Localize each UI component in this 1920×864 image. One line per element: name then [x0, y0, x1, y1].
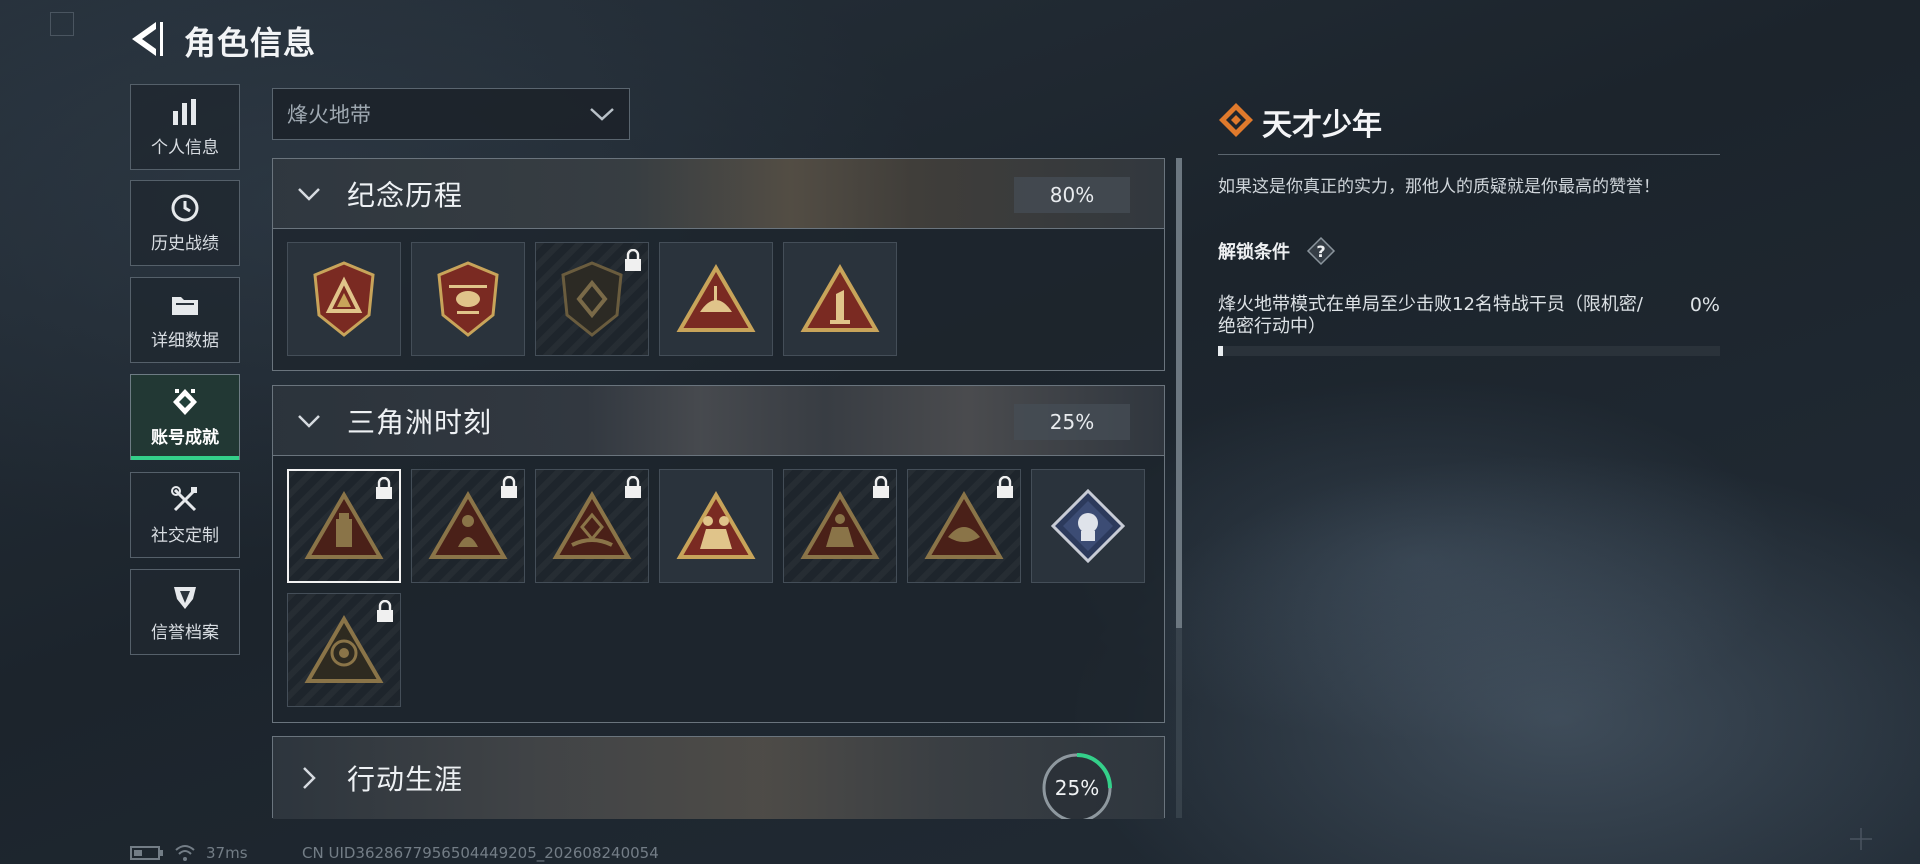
section-title: 行动生涯 [347, 763, 464, 796]
user-uid: CN UID3628677956504449205_202608240054 [302, 844, 659, 862]
nav-item-label: 社交定制 [151, 525, 219, 546]
section-title: 纪念历程 [347, 178, 464, 212]
nav-item-detailed-data[interactable]: 详细数据 [130, 277, 240, 363]
section-percent: 25% [1054, 776, 1100, 800]
hands-triangle-emblem-icon [552, 491, 632, 559]
nav-item-label: 历史战绩 [151, 233, 219, 254]
nav-item-social-custom[interactable]: 社交定制 [130, 472, 240, 558]
lock-icon [873, 476, 889, 498]
section-header[interactable]: 行动生涯 25% [273, 737, 1164, 819]
unlock-progress-fill [1218, 346, 1224, 356]
section-percent: 80% [1014, 177, 1130, 213]
page-title: 角色信息 [184, 24, 317, 62]
nav-item-credit-file[interactable]: 信誉档案 [130, 569, 240, 655]
dark-emblem-icon [561, 261, 623, 337]
help-icon[interactable]: ? [1306, 236, 1336, 266]
status-bar: 37ms [130, 844, 248, 862]
team-triangle-emblem-icon [800, 491, 880, 559]
achievement-section-delta-moments: 三角洲时刻 25% [272, 385, 1165, 723]
unlock-progress-percent: 0% [1689, 294, 1720, 316]
mode-select[interactable]: 烽火地带 [272, 88, 630, 140]
fish-triangle-emblem-icon [924, 491, 1004, 559]
unlock-progress-bar [1218, 346, 1720, 356]
achievement-badge[interactable] [659, 469, 773, 583]
achievement-diamond-icon [1219, 103, 1253, 137]
battery-icon [130, 846, 163, 860]
achievement-section-operation-career: 行动生涯 25% [272, 736, 1165, 819]
lock-icon [625, 249, 641, 271]
achievement-badge[interactable] [411, 242, 525, 356]
shield-triangle-emblem-icon [313, 261, 375, 337]
scrollbar-thumb[interactable] [1176, 158, 1182, 628]
bar-chart-icon [170, 97, 200, 127]
usb-triangle-emblem-icon [304, 491, 384, 559]
number-one-emblem-icon [800, 264, 880, 332]
unlock-condition-text: 烽火地带模式在单局至少击败12名特战干员（限机密/绝密行动中） [1218, 294, 1643, 337]
corner-crosshair-icon [1850, 828, 1872, 850]
achievement-section-memorial: 纪念历程 80% [272, 158, 1165, 371]
achievement-badge[interactable] [287, 469, 401, 583]
nav-item-achievements[interactable]: 账号成就 [130, 374, 240, 460]
achievement-badge[interactable] [411, 469, 525, 583]
lock-icon [625, 476, 641, 498]
folder-icon [170, 290, 200, 320]
corner-frame [50, 12, 74, 36]
divider [1218, 154, 1720, 155]
lock-icon [501, 476, 517, 498]
unlock-condition-label: 解锁条件 [1218, 242, 1290, 263]
nav-item-history[interactable]: 历史战绩 [130, 180, 240, 266]
nav-item-label: 个人信息 [151, 137, 219, 158]
achievement-badge[interactable] [659, 242, 773, 356]
ping-value: 37ms [206, 844, 248, 862]
achievement-title: 天才少年 [1262, 108, 1382, 143]
section-header[interactable]: 三角洲时刻 25% [273, 386, 1164, 456]
svg-text:?: ? [1316, 242, 1325, 261]
clock-icon [170, 193, 200, 223]
mode-select-value: 烽火地带 [287, 103, 371, 127]
tools-icon [170, 485, 200, 515]
wifi-icon [175, 845, 195, 861]
shield-icon [170, 582, 200, 612]
achievement-icon [170, 387, 200, 417]
chevron-down-icon [298, 187, 320, 201]
achievement-badge[interactable] [1031, 469, 1145, 583]
section-header[interactable]: 纪念历程 80% [273, 159, 1164, 229]
achievement-description: 如果这是你真正的实力，那他人的质疑就是你最高的赞誉！ [1218, 177, 1660, 197]
achievement-badge[interactable] [783, 469, 897, 583]
achievement-badge[interactable] [783, 242, 897, 356]
achievement-badge[interactable] [287, 593, 401, 707]
helicopter-emblem-icon [437, 261, 499, 337]
ship-emblem-icon [676, 264, 756, 332]
chevron-down-icon [590, 108, 614, 121]
nav-item-label: 信誉档案 [151, 622, 219, 643]
chevron-right-icon [303, 767, 316, 789]
scrollbar[interactable] [1176, 158, 1182, 818]
lock-icon [377, 600, 393, 622]
achievement-badge[interactable] [535, 242, 649, 356]
nav-item-label: 详细数据 [151, 330, 219, 351]
section-title: 三角洲时刻 [347, 405, 493, 439]
back-arrow-icon [132, 22, 163, 56]
lock-icon [997, 476, 1013, 498]
achievement-badge[interactable] [535, 469, 649, 583]
fist-diamond-emblem-icon [1051, 489, 1125, 563]
mermaid-triangle-emblem-icon [428, 491, 508, 559]
soldiers-triangle-emblem-icon [676, 491, 756, 559]
hooded-triangle-emblem-icon [304, 615, 384, 683]
nav-item-personal-info[interactable]: 个人信息 [130, 84, 240, 170]
achievement-badge[interactable] [907, 469, 1021, 583]
nav-item-label: 账号成就 [151, 427, 219, 448]
back-button[interactable] [126, 18, 166, 60]
section-percent: 25% [1014, 404, 1130, 440]
chevron-down-icon [298, 414, 320, 428]
achievement-badge[interactable] [287, 242, 401, 356]
lock-icon [376, 477, 392, 499]
